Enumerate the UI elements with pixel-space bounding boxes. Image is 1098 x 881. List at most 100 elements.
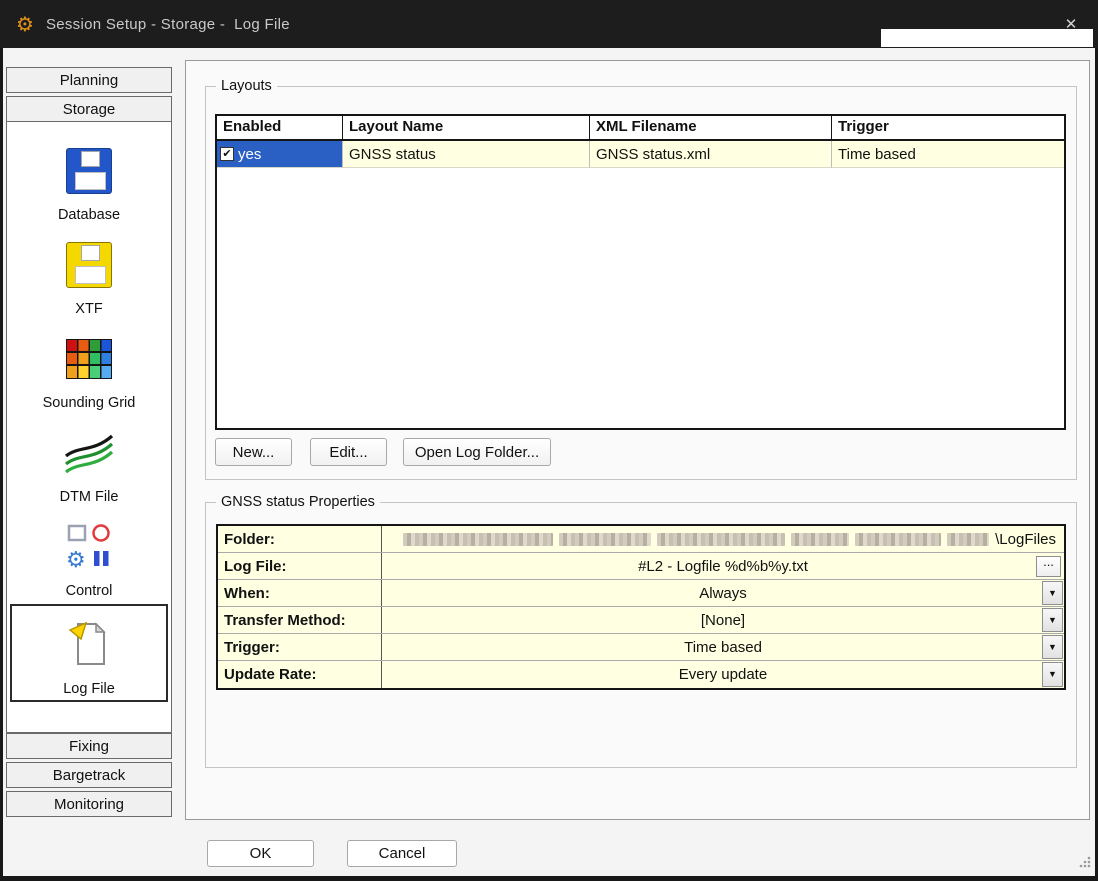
sidebar-item-database[interactable]: Database — [10, 134, 168, 226]
transfer-method-value: [None] — [701, 612, 745, 629]
edit-button-label: Edit... — [329, 444, 367, 461]
column-header-xml-filename: XML Filename — [590, 116, 832, 139]
tab-label: Planning — [60, 72, 118, 89]
sidebar-item-label: Database — [58, 207, 120, 226]
ok-button-label: OK — [250, 845, 272, 862]
sidebar-item-label: Log File — [63, 681, 115, 700]
resize-grip-icon — [1078, 855, 1092, 869]
when-value: Always — [699, 585, 747, 602]
folder-value-field[interactable]: \LogFiles — [382, 526, 1064, 552]
cancel-button-label: Cancel — [379, 845, 426, 862]
sidebar-item-dtm-file[interactable]: DTM File — [10, 416, 168, 508]
trigger-label: Trigger: — [218, 634, 382, 660]
column-header-layout-name: Layout Name — [343, 116, 590, 139]
table-row[interactable]: ✔ yes GNSS status GNSS status.xml Time b… — [217, 141, 1064, 168]
transfer-method-select[interactable]: [None] ▼ — [382, 607, 1064, 633]
update-rate-dropdown-button[interactable]: ▼ — [1042, 662, 1063, 687]
property-row-log-file: Log File: #L2 - Logfile %d%b%y.txt ... — [218, 553, 1064, 580]
redacted-text — [791, 533, 849, 546]
sidebar-item-label: XTF — [75, 301, 102, 320]
property-row-folder: Folder: \LogFiles — [218, 526, 1064, 553]
redacted-text — [403, 533, 553, 546]
sidebar-tab-monitoring[interactable]: Monitoring — [6, 791, 172, 817]
chevron-down-icon: ▼ — [1048, 670, 1057, 679]
database-floppy-icon — [66, 134, 112, 207]
sidebar-item-label: Control — [66, 583, 113, 602]
browse-button[interactable]: ... — [1036, 556, 1061, 577]
sidebar-tab-storage[interactable]: Storage — [6, 96, 172, 122]
update-rate-value: Every update — [679, 666, 767, 683]
folder-value: \LogFiles — [995, 531, 1056, 548]
chevron-down-icon: ▼ — [1048, 643, 1057, 652]
new-button[interactable]: New... — [215, 438, 292, 466]
dtm-waves-icon — [64, 416, 114, 489]
column-header-enabled: Enabled — [217, 116, 343, 139]
log-file-value: #L2 - Logfile %d%b%y.txt — [638, 558, 808, 575]
properties-table: Folder: \LogFiles Log File: #L2 - Logfil… — [216, 524, 1066, 690]
tab-label: Bargetrack — [53, 767, 126, 784]
resize-grip[interactable] — [1078, 855, 1092, 874]
layouts-group-label: Layouts — [216, 78, 277, 94]
update-rate-select[interactable]: Every update ▼ — [382, 661, 1064, 688]
property-row-transfer-method: Transfer Method: [None] ▼ — [218, 607, 1064, 634]
layouts-table-header: Enabled Layout Name XML Filename Trigger — [217, 116, 1064, 141]
gear-icon: ⚙ — [16, 12, 34, 37]
update-rate-label: Update Rate: — [218, 661, 382, 688]
xml-filename-cell[interactable]: GNSS status.xml — [590, 141, 832, 168]
trigger-value: Time based — [684, 639, 762, 656]
ok-button[interactable]: OK — [207, 840, 314, 867]
sidebar-item-sounding-grid[interactable]: Sounding Grid — [10, 322, 168, 414]
when-dropdown-button[interactable]: ▼ — [1042, 581, 1063, 605]
check-icon: ✔ — [222, 149, 231, 160]
layout-name-cell[interactable]: GNSS status — [343, 141, 590, 168]
sidebar-item-control[interactable]: ⚙ Control — [10, 510, 168, 602]
xtf-floppy-icon — [66, 228, 112, 301]
ellipsis-icon: ... — [1043, 557, 1054, 567]
sidebar-tab-fixing[interactable]: Fixing — [6, 733, 172, 759]
edit-button[interactable]: Edit... — [310, 438, 387, 466]
sidebar-item-log-file[interactable]: Log File — [10, 604, 168, 702]
enabled-value: yes — [238, 146, 261, 163]
column-header-trigger: Trigger — [832, 116, 1064, 139]
redacted-text — [855, 533, 941, 546]
enabled-checkbox[interactable]: ✔ — [220, 147, 234, 161]
layouts-table: Enabled Layout Name XML Filename Trigger… — [215, 114, 1066, 430]
properties-group-label: GNSS status Properties — [216, 494, 380, 510]
sidebar-item-xtf[interactable]: XTF — [10, 228, 168, 320]
property-row-when: When: Always ▼ — [218, 580, 1064, 607]
open-log-folder-label: Open Log Folder... — [415, 444, 539, 461]
tab-label: Monitoring — [54, 796, 124, 813]
trigger-dropdown-button[interactable]: ▼ — [1042, 635, 1063, 659]
chevron-down-icon: ▼ — [1048, 589, 1057, 598]
folder-label: Folder: — [218, 526, 382, 552]
sidebar-tab-planning[interactable]: Planning — [6, 67, 172, 93]
trigger-cell[interactable]: Time based — [832, 141, 1064, 168]
sidebar-tab-bargetrack[interactable]: Bargetrack — [6, 762, 172, 788]
chevron-down-icon: ▼ — [1048, 616, 1057, 625]
sounding-grid-icon — [66, 322, 112, 395]
log-file-label: Log File: — [218, 553, 382, 579]
sidebar-item-label: DTM File — [60, 489, 119, 508]
redacted-text — [559, 533, 651, 546]
tab-label: Fixing — [69, 738, 109, 755]
when-select[interactable]: Always ▼ — [382, 580, 1064, 606]
log-file-icon — [68, 606, 110, 681]
when-label: When: — [218, 580, 382, 606]
redacted-text — [947, 533, 989, 546]
transfer-method-dropdown-button[interactable]: ▼ — [1042, 608, 1063, 632]
new-button-label: New... — [233, 444, 275, 461]
log-file-value-field[interactable]: #L2 - Logfile %d%b%y.txt ... — [382, 553, 1064, 579]
property-row-trigger: Trigger: Time based ▼ — [218, 634, 1064, 661]
tab-label: Storage — [63, 101, 116, 118]
open-log-folder-button[interactable]: Open Log Folder... — [403, 438, 551, 466]
redacted-text — [657, 533, 785, 546]
cancel-button[interactable]: Cancel — [347, 840, 457, 867]
window-title: Session Setup - Storage - Log File — [46, 16, 290, 33]
svg-text:⚙: ⚙ — [66, 548, 86, 571]
trigger-select[interactable]: Time based ▼ — [382, 634, 1064, 660]
transfer-method-label: Transfer Method: — [218, 607, 382, 633]
property-row-update-rate: Update Rate: Every update ▼ — [218, 661, 1064, 688]
enabled-cell[interactable]: ✔ yes — [217, 141, 343, 168]
control-icon: ⚙ — [66, 510, 112, 583]
sidebar-item-label: Sounding Grid — [43, 395, 136, 414]
